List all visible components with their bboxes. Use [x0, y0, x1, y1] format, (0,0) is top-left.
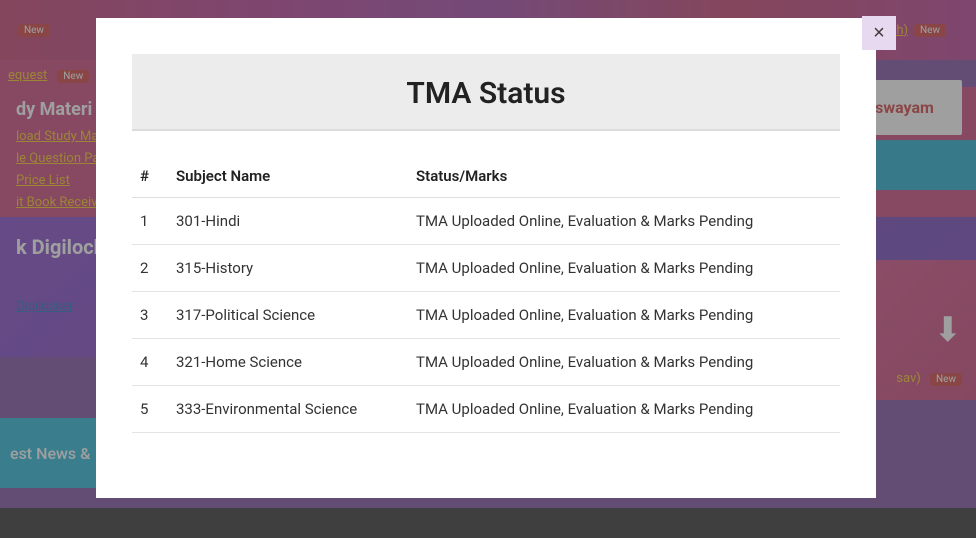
- table-row: 1301-HindiTMA Uploaded Online, Evaluatio…: [132, 198, 840, 245]
- cell-index: 3: [132, 292, 168, 339]
- table-row: 4321-Home ScienceTMA Uploaded Online, Ev…: [132, 339, 840, 386]
- cell-index: 5: [132, 386, 168, 433]
- cell-status: TMA Uploaded Online, Evaluation & Marks …: [408, 339, 840, 386]
- cell-index: 4: [132, 339, 168, 386]
- table-row: 5333-Environmental ScienceTMA Uploaded O…: [132, 386, 840, 433]
- cell-subject: 321-Home Science: [168, 339, 408, 386]
- cell-status: TMA Uploaded Online, Evaluation & Marks …: [408, 386, 840, 433]
- col-subject: Subject Name: [168, 155, 408, 198]
- cell-subject: 333-Environmental Science: [168, 386, 408, 433]
- table-row: 3317-Political ScienceTMA Uploaded Onlin…: [132, 292, 840, 339]
- modal-header: TMA Status: [132, 54, 840, 131]
- table-row: 2315-HistoryTMA Uploaded Online, Evaluat…: [132, 245, 840, 292]
- table-header-row: # Subject Name Status/Marks: [132, 155, 840, 198]
- cell-index: 1: [132, 198, 168, 245]
- modal-title: TMA Status: [132, 76, 840, 111]
- tma-table: # Subject Name Status/Marks 1301-HindiTM…: [132, 155, 840, 433]
- cell-index: 2: [132, 245, 168, 292]
- col-status: Status/Marks: [408, 155, 840, 198]
- tma-status-modal: × TMA Status # Subject Name Status/Marks…: [96, 18, 876, 498]
- close-icon: ×: [873, 22, 885, 45]
- cell-status: TMA Uploaded Online, Evaluation & Marks …: [408, 292, 840, 339]
- modal-close-button[interactable]: ×: [862, 16, 896, 50]
- cell-subject: 317-Political Science: [168, 292, 408, 339]
- cell-subject: 301-Hindi: [168, 198, 408, 245]
- cell-status: TMA Uploaded Online, Evaluation & Marks …: [408, 245, 840, 292]
- cell-status: TMA Uploaded Online, Evaluation & Marks …: [408, 198, 840, 245]
- col-index: #: [132, 155, 168, 198]
- cell-subject: 315-History: [168, 245, 408, 292]
